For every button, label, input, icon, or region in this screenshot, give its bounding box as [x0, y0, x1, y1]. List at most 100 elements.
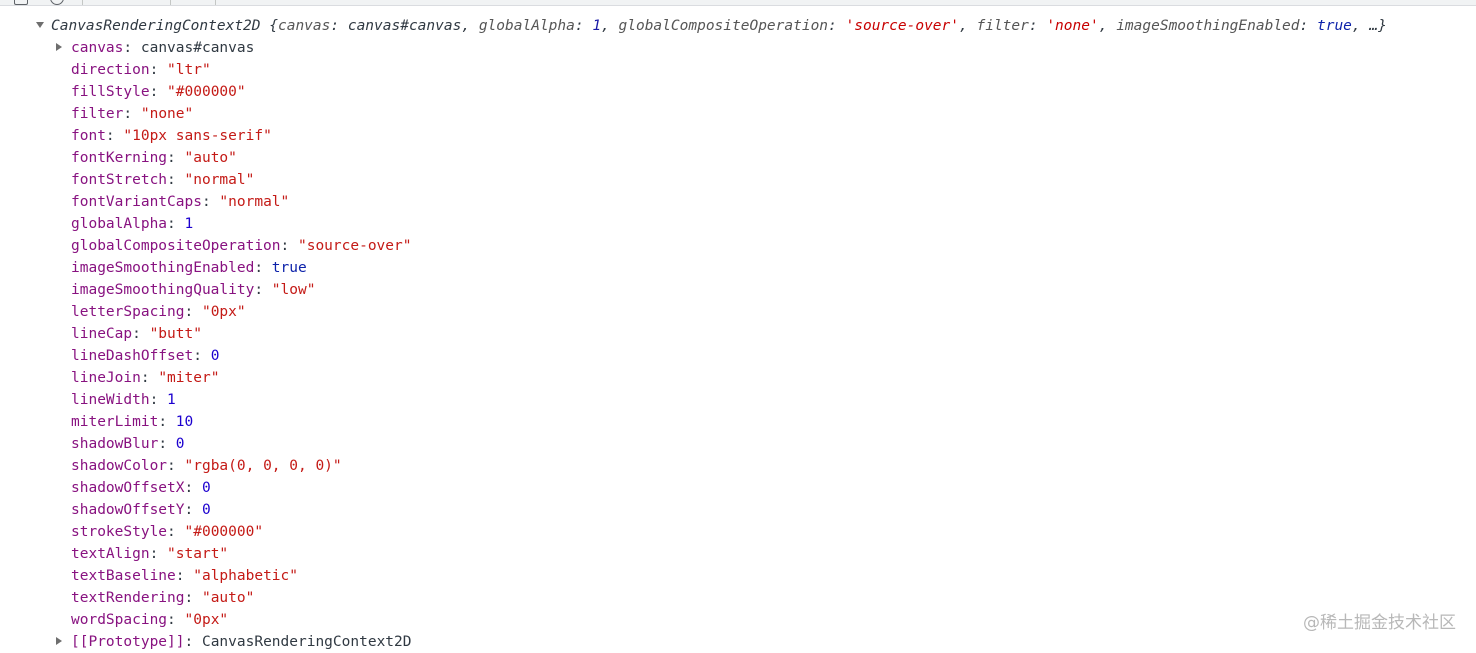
- summary-preview-item: canvas: canvas#canvas,: [278, 18, 479, 34]
- property-colon: :: [158, 414, 176, 430]
- property-entry: shadowColor: "rgba(0, 0, 0, 0)": [71, 455, 342, 477]
- property-row: fillStyle: "#000000": [0, 81, 1476, 103]
- property-value: 0: [210, 348, 220, 364]
- property-entry: strokeStyle: "#000000": [71, 521, 263, 543]
- property-value: 0: [201, 502, 211, 518]
- property-key: canvas: [71, 40, 124, 56]
- property-value: "low": [271, 282, 316, 298]
- property-entry: textRendering: "auto": [71, 587, 254, 609]
- toolbar-divider: [82, 0, 83, 5]
- property-value: CanvasRenderingContext2D: [201, 634, 412, 650]
- property-key: lineJoin: [71, 370, 141, 386]
- property-row[interactable]: canvas: canvas#canvas: [0, 37, 1476, 59]
- expand-caret-right-icon[interactable]: [56, 631, 70, 653]
- property-row: letterSpacing: "0px": [0, 301, 1476, 323]
- property-key: fillStyle: [71, 84, 150, 100]
- property-key: strokeStyle: [71, 524, 168, 540]
- property-value: 0: [175, 436, 185, 452]
- property-value: "0px": [201, 304, 246, 320]
- property-entry: lineCap: "butt": [71, 323, 202, 345]
- summary-open-brace: {: [260, 18, 278, 34]
- property-colon: :: [167, 612, 185, 628]
- summary-preview-key: imageSmoothingEnabled: [1116, 18, 1300, 34]
- summary-preview-separator: ,: [1351, 18, 1370, 34]
- property-colon: :: [149, 62, 168, 78]
- clear-console-icon[interactable]: [50, 0, 64, 5]
- object-summary-line[interactable]: CanvasRenderingContext2D {canvas: canvas…: [36, 15, 1387, 37]
- property-colon: :: [132, 326, 150, 342]
- property-row: filter: "none": [0, 103, 1476, 125]
- property-key: fontStretch: [71, 172, 168, 188]
- summary-preview-key: globalAlpha: [478, 18, 575, 34]
- property-row: shadowOffsetY: 0: [0, 499, 1476, 521]
- summary-preview-value: canvas#canvas: [347, 18, 462, 34]
- property-value: "none": [140, 106, 194, 122]
- property-value: 0: [201, 480, 211, 496]
- property-value: canvas#canvas: [140, 40, 255, 56]
- property-key: miterLimit: [71, 414, 159, 430]
- property-row: shadowBlur: 0: [0, 433, 1476, 455]
- property-row: font: "10px sans-serif": [0, 125, 1476, 147]
- property-key: textAlign: [71, 546, 150, 562]
- property-colon: :: [193, 348, 211, 364]
- property-value: 1: [184, 216, 194, 232]
- property-colon: :: [184, 304, 202, 320]
- property-colon: :: [184, 634, 202, 650]
- property-value: "0px": [184, 612, 229, 628]
- property-entry: font: "10px sans-serif": [71, 125, 272, 147]
- property-key: fontVariantCaps: [71, 194, 202, 210]
- expand-caret-right-icon[interactable]: [56, 37, 70, 59]
- property-value: "normal": [219, 194, 290, 210]
- property-entry: textBaseline: "alphabetic": [71, 565, 298, 587]
- property-key: [[Prototype]]: [71, 634, 185, 650]
- property-key: wordSpacing: [71, 612, 168, 628]
- menu-icon[interactable]: [14, 0, 28, 5]
- summary-preview-value: true: [1316, 18, 1352, 34]
- property-colon: :: [167, 216, 185, 232]
- expand-caret-down-icon[interactable]: [36, 22, 44, 28]
- property-entry: shadowOffsetX: 0: [71, 477, 211, 499]
- property-colon: :: [149, 84, 168, 100]
- property-row: globalCompositeOperation: "source-over": [0, 235, 1476, 257]
- property-value: "alphabetic": [193, 568, 298, 584]
- property-colon: :: [167, 458, 185, 474]
- property-row: fontVariantCaps: "normal": [0, 191, 1476, 213]
- property-key: fontKerning: [71, 150, 168, 166]
- property-key: shadowOffsetX: [71, 480, 185, 496]
- summary-preview-separator: ,: [1098, 18, 1117, 34]
- property-entry: direction: "ltr": [71, 59, 211, 81]
- property-row: fontKerning: "auto": [0, 147, 1476, 169]
- property-entry: canvas: canvas#canvas: [71, 37, 254, 59]
- property-row: globalAlpha: 1: [0, 213, 1476, 235]
- property-colon: :: [105, 128, 124, 144]
- property-entry: imageSmoothingEnabled: true: [71, 257, 307, 279]
- property-row: fontStretch: "normal": [0, 169, 1476, 191]
- property-entry: lineWidth: 1: [71, 389, 176, 411]
- property-value: "#000000": [184, 524, 264, 540]
- property-key: shadowBlur: [71, 436, 159, 452]
- property-colon: :: [254, 260, 272, 276]
- property-row: imageSmoothingEnabled: true: [0, 257, 1476, 279]
- property-key: imageSmoothingQuality: [71, 282, 255, 298]
- property-entry: shadowBlur: 0: [71, 433, 185, 455]
- property-key: filter: [71, 106, 124, 122]
- summary-preview-separator: ,: [601, 18, 619, 34]
- property-value: "normal": [184, 172, 255, 188]
- summary-preview-key: canvas: [277, 18, 331, 34]
- summary-preview-colon: :: [828, 18, 846, 34]
- property-row: shadowOffsetX: 0: [0, 477, 1476, 499]
- property-entry: fontVariantCaps: "normal": [71, 191, 289, 213]
- property-entry: miterLimit: 10: [71, 411, 193, 433]
- property-key: shadowOffsetY: [71, 502, 185, 518]
- summary-preview-item: filter: 'none',: [976, 18, 1116, 34]
- property-colon: :: [254, 282, 272, 298]
- property-key: imageSmoothingEnabled: [71, 260, 255, 276]
- property-row[interactable]: [[Prototype]]: CanvasRenderingContext2D: [0, 631, 1476, 653]
- property-colon: :: [167, 172, 185, 188]
- property-value: "auto": [184, 150, 237, 166]
- property-row: textBaseline: "alphabetic": [0, 565, 1476, 587]
- summary-preview-colon: :: [574, 18, 593, 34]
- property-colon: :: [175, 568, 194, 584]
- property-value: 1: [167, 392, 176, 408]
- property-key: lineDashOffset: [71, 348, 194, 364]
